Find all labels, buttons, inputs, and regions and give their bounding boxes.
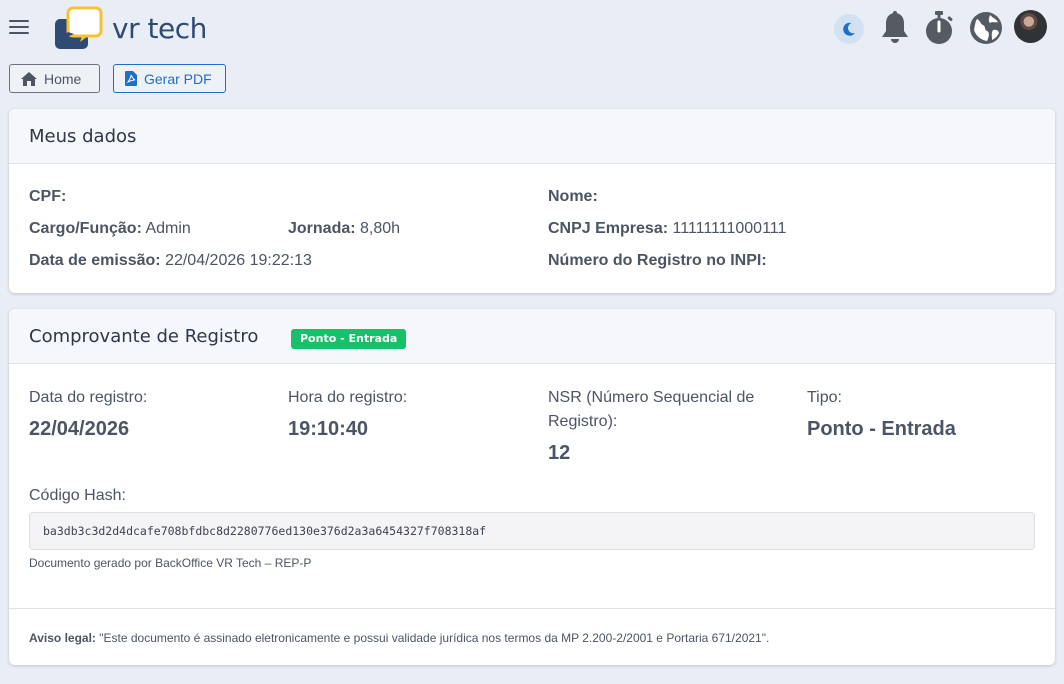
my-data-card-header: Meus dados — [9, 109, 1055, 164]
role-value: Admin — [145, 220, 191, 237]
avatar[interactable] — [1014, 10, 1047, 43]
record-date-value: 22/04/2026 — [29, 418, 130, 440]
cpf-field: CPF: — [29, 188, 66, 206]
type-label: Tipo: — [807, 389, 842, 406]
home-button[interactable]: Home — [9, 64, 100, 93]
globe-icon[interactable] — [968, 10, 1002, 44]
stopwatch-icon[interactable] — [922, 10, 956, 44]
hash-label: Código Hash: — [29, 487, 126, 504]
nsr-label-line1: NSR (Número Sequencial de — [548, 389, 755, 406]
pdf-file-icon — [125, 71, 137, 86]
cnpj-field: CNPJ Empresa: 11111111000111 — [548, 220, 786, 238]
menu-icon[interactable] — [9, 20, 29, 36]
record-time-value: 19:10:40 — [288, 418, 369, 440]
generated-by-note: Documento gerado por BackOffice VR Tech … — [29, 556, 312, 570]
nsr-value: 12 — [548, 442, 571, 464]
legal-notice: Aviso legal: "Este documento é assinado … — [29, 631, 769, 645]
type-value: Ponto - Entrada — [807, 418, 956, 440]
workday-field: Jornada: 8,80h — [288, 220, 400, 238]
inpi-field: Número do Registro no INPI: — [548, 252, 767, 270]
generate-pdf-button[interactable]: Gerar PDF — [113, 64, 226, 93]
logo[interactable]: vr tech — [54, 6, 214, 52]
record-time-label: Hora do registro: — [288, 389, 408, 406]
logo-text: vr tech — [112, 12, 207, 45]
name-field: Nome: — [548, 188, 598, 206]
my-data-card: Meus dados CPF: Nome: Cargo/Função: Admi… — [9, 109, 1055, 293]
cnpj-value: 11111111000111 — [672, 220, 787, 237]
cpf-label: CPF: — [29, 188, 67, 205]
legal-notice-label: Aviso legal: — [29, 631, 96, 645]
inpi-label: Número do Registro no INPI: — [548, 252, 767, 269]
home-icon — [21, 71, 37, 86]
footer-divider — [9, 608, 1055, 609]
legal-notice-text: "Este documento é assinado eletronicamen… — [99, 631, 770, 645]
issue-date-value: 22/04/2026 19:22:13 — [165, 252, 312, 269]
record-date-label: Data do registro: — [29, 389, 148, 406]
issue-date-label: Data de emissão: — [29, 252, 161, 269]
moon-icon[interactable] — [834, 14, 864, 44]
logo-mark — [55, 6, 103, 49]
issue-date-field: Data de emissão: 22/04/2026 19:22:13 — [29, 252, 312, 270]
hash-value-box[interactable]: ba3db3c3d2d4dcafe708bfdbc8d2280776ed130e… — [29, 512, 1035, 550]
workday-label: Jornada: — [288, 220, 356, 237]
my-data-title: Meus dados — [29, 126, 137, 147]
bell-icon[interactable] — [878, 10, 912, 44]
top-icons — [834, 10, 1056, 46]
workday-value: 8,80h — [360, 220, 401, 237]
receipt-card-header: Comprovante de Registro Ponto - Entrada — [9, 309, 1055, 364]
receipt-card: Comprovante de Registro Ponto - Entrada … — [9, 309, 1055, 665]
topbar: vr tech — [0, 0, 1064, 56]
receipt-title: Comprovante de Registro — [29, 326, 259, 347]
status-badge: Ponto - Entrada — [291, 329, 407, 349]
nsr-label-line2: Registro): — [548, 413, 618, 430]
generate-pdf-button-label: Gerar PDF — [144, 70, 212, 87]
cnpj-label: CNPJ Empresa: — [548, 220, 669, 237]
home-button-label: Home — [44, 70, 82, 87]
name-label: Nome: — [548, 188, 598, 205]
role-label: Cargo/Função: — [29, 220, 142, 237]
role-field: Cargo/Função: Admin — [29, 220, 191, 238]
